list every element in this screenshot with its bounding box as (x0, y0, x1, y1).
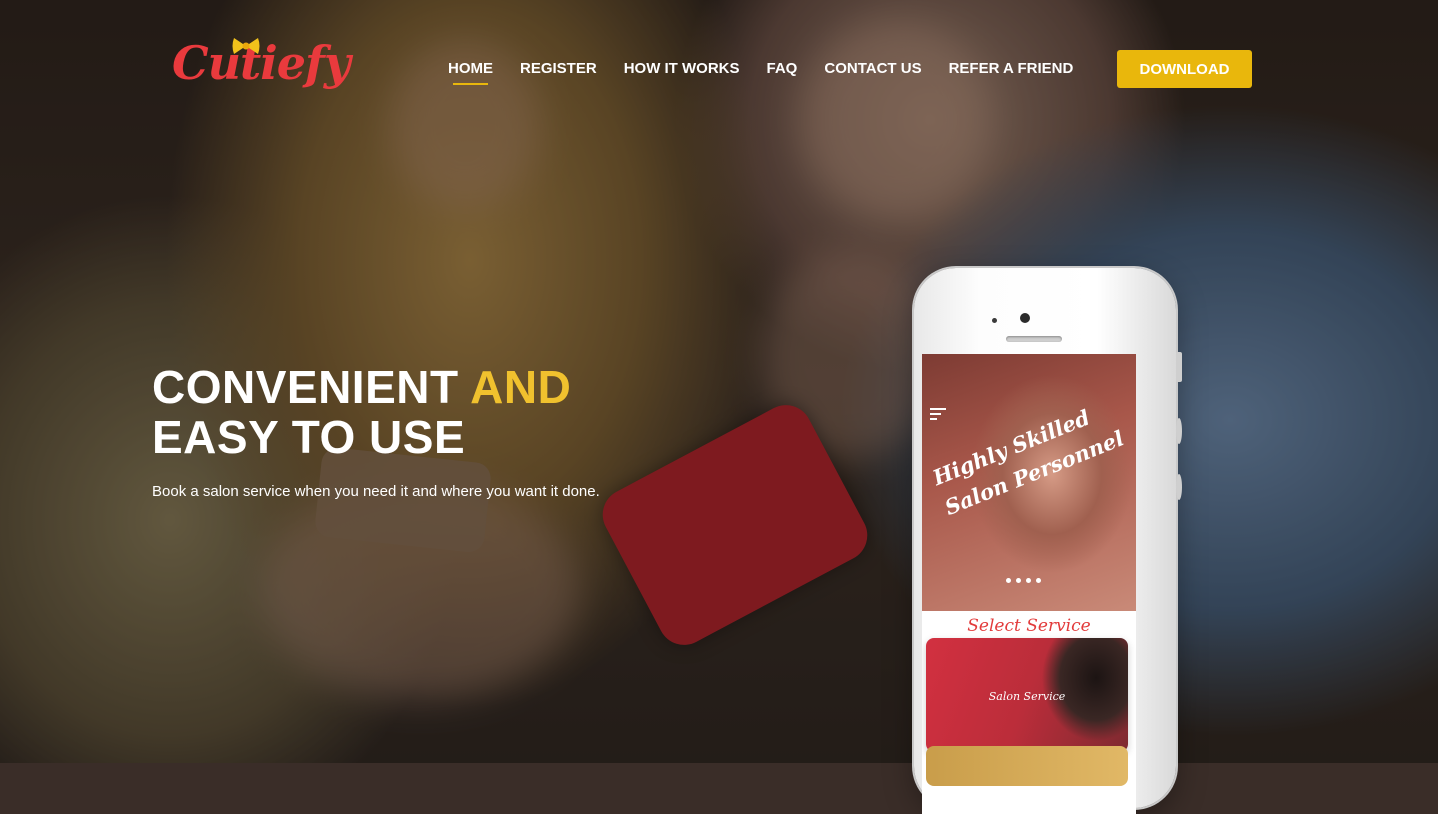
phone-mockup: Highly Skilled Salon Personnel Select Se… (914, 268, 1182, 814)
app-banner-text: Highly Skilled Salon Personnel (928, 389, 1136, 523)
phone-side-button (1176, 352, 1182, 382)
hamburger-menu-icon[interactable] (930, 408, 946, 420)
carousel-dots[interactable] (1006, 578, 1041, 583)
nav-item-how-it-works[interactable]: HOW IT WORKS (624, 60, 740, 77)
nav-item-contact-us[interactable]: CONTACT US (824, 60, 921, 77)
download-button[interactable]: DOWNLOAD (1117, 50, 1252, 88)
carousel-dot[interactable] (1036, 578, 1041, 583)
background-red-phone (593, 395, 877, 655)
main-nav: HOME REGISTER HOW IT WORKS FAQ CONTACT U… (448, 60, 1100, 85)
nav-item-faq[interactable]: FAQ (767, 60, 798, 77)
hero-subtitle: Book a salon service when you need it an… (152, 483, 600, 500)
phone-camera (1020, 313, 1030, 323)
phone-sensor (992, 318, 997, 323)
service-card-label: Salon Service (988, 690, 1066, 703)
phone-volume-up (1176, 418, 1182, 444)
select-service-title: Select Service (967, 616, 1091, 636)
background-face-right (800, 20, 990, 220)
carousel-dot[interactable] (1026, 578, 1031, 583)
headline-accent: AND (470, 361, 572, 413)
hero-headline: CONVENIENT AND EASY TO USE (152, 362, 571, 462)
bow-icon (232, 38, 260, 54)
headline-line2: EASY TO USE (152, 411, 466, 463)
nav-item-register[interactable]: REGISTER (520, 60, 597, 77)
app-banner-image: Highly Skilled Salon Personnel (922, 354, 1136, 611)
carousel-dot[interactable] (1006, 578, 1011, 583)
phone-volume-down (1176, 474, 1182, 500)
headline-part1: CONVENIENT (152, 361, 471, 413)
brand-logo[interactable]: Cutiefy (172, 36, 351, 100)
nav-item-home[interactable]: HOME (448, 60, 493, 85)
nav-item-refer-a-friend[interactable]: REFER A FRIEND (949, 60, 1074, 77)
background-hands (260, 480, 580, 700)
salon-service-card[interactable]: Salon Service (926, 638, 1128, 752)
next-service-card[interactable] (926, 746, 1128, 786)
carousel-dot[interactable] (1016, 578, 1021, 583)
background-hand (760, 250, 940, 460)
phone-speaker (1006, 336, 1062, 342)
phone-screen: Highly Skilled Salon Personnel Select Se… (922, 354, 1136, 814)
